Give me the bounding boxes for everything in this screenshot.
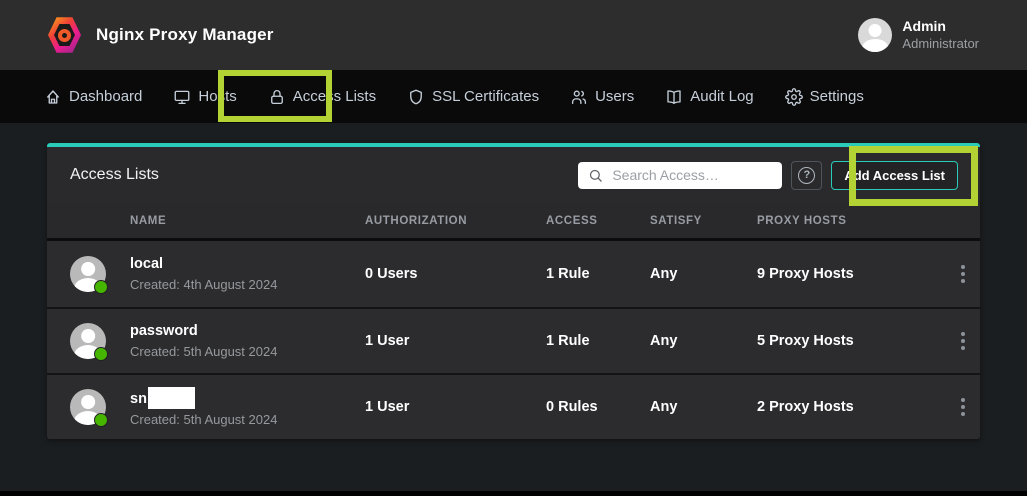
column-header-access: ACCESS (546, 215, 650, 227)
created-date: Created: 5th August 2024 (130, 412, 277, 427)
menu-cell (945, 326, 980, 356)
name-cell: sn Created: 5th August 2024 (47, 387, 365, 427)
created-date: Created: 5th August 2024 (130, 344, 277, 359)
table-header: NAME AUTHORIZATION ACCESS SATISFY PROXY … (47, 203, 980, 241)
name-cell: password Created: 5th August 2024 (47, 323, 365, 359)
nav-item-hosts[interactable]: Hosts (173, 88, 236, 106)
row-avatar (70, 389, 106, 425)
status-dot (94, 347, 108, 361)
npm-logo-icon (48, 17, 81, 54)
monitor-icon (173, 88, 191, 106)
column-header-satisfy: SATISFY (650, 215, 757, 227)
lock-icon (268, 88, 286, 106)
users-icon (570, 88, 588, 106)
satisfy-cell: Any (650, 399, 757, 415)
row-menu-button[interactable] (955, 392, 971, 422)
app-header: Nginx Proxy Manager Admin Administrator (0, 0, 1027, 70)
nav-item-label: Dashboard (69, 88, 142, 105)
panel-actions: ? Add Access List (578, 161, 958, 190)
panel-header: Access Lists ? Add Access List (47, 147, 980, 203)
status-dot (94, 413, 108, 427)
user-name: Admin (902, 18, 979, 36)
created-date: Created: 4th August 2024 (130, 277, 277, 292)
row-avatar (70, 256, 106, 292)
table-row[interactable]: password Created: 5th August 2024 1 User… (47, 307, 980, 373)
search-icon (588, 168, 603, 183)
satisfy-cell: Any (650, 266, 757, 282)
table-row[interactable]: sn Created: 5th August 2024 1 User 0 Rul… (47, 373, 980, 439)
main-nav: Dashboard Hosts Access Lists SSL Certifi… (0, 70, 1027, 123)
user-menu[interactable]: Admin Administrator (858, 18, 979, 52)
nav-item-access-lists[interactable]: Access Lists (268, 88, 376, 106)
panel-title: Access Lists (70, 166, 159, 184)
logo-ring (58, 29, 71, 42)
user-avatar (858, 18, 892, 52)
access-list-name: sn (130, 387, 277, 409)
access-list-name: password (130, 323, 277, 340)
nav-item-ssl-certificates[interactable]: SSL Certificates (407, 88, 539, 106)
search-input[interactable] (612, 167, 772, 183)
user-role: Administrator (902, 36, 979, 52)
authorization-cell: 1 User (365, 333, 546, 349)
nav-item-label: Access Lists (293, 88, 376, 105)
home-icon (44, 88, 62, 106)
authorization-cell: 1 User (365, 399, 546, 415)
access-list-name: local (130, 256, 277, 273)
access-cell: 1 Rule (546, 333, 650, 349)
nav-item-label: Settings (810, 88, 864, 105)
column-header-authorization: AUTHORIZATION (365, 215, 546, 227)
add-access-list-button[interactable]: Add Access List (831, 161, 958, 190)
question-mark-icon: ? (798, 167, 815, 184)
proxy-hosts-cell: 2 Proxy Hosts (757, 399, 945, 415)
name-wrap: local Created: 4th August 2024 (130, 256, 277, 291)
name-wrap: sn Created: 5th August 2024 (130, 387, 277, 427)
help-button[interactable]: ? (791, 161, 822, 190)
nav-item-label: Hosts (198, 88, 236, 105)
table-row[interactable]: local Created: 4th August 2024 0 Users 1… (47, 241, 980, 307)
menu-cell (945, 259, 980, 289)
nav-item-label: Audit Log (690, 88, 753, 105)
shield-icon (407, 88, 425, 106)
name-wrap: password Created: 5th August 2024 (130, 323, 277, 358)
nav-item-settings[interactable]: Settings (785, 88, 864, 106)
proxy-hosts-cell: 9 Proxy Hosts (757, 266, 945, 282)
access-cell: 0 Rules (546, 399, 650, 415)
nav-item-audit-log[interactable]: Audit Log (665, 88, 753, 106)
authorization-cell: 0 Users (365, 266, 546, 282)
user-text: Admin Administrator (902, 18, 979, 52)
name-cell: local Created: 4th August 2024 (47, 256, 365, 292)
bottom-strip (0, 491, 1027, 496)
book-icon (665, 88, 683, 106)
access-cell: 1 Rule (546, 266, 650, 282)
satisfy-cell: Any (650, 333, 757, 349)
brand: Nginx Proxy Manager (48, 17, 274, 54)
column-header-proxy-hosts: PROXY HOSTS (757, 215, 945, 227)
access-lists-panel: Access Lists ? Add Access List NAME AUTH… (47, 143, 980, 439)
row-menu-button[interactable] (955, 326, 971, 356)
nav-item-dashboard[interactable]: Dashboard (44, 88, 142, 106)
status-dot (94, 280, 108, 294)
nav-item-users[interactable]: Users (570, 88, 634, 106)
row-menu-button[interactable] (955, 259, 971, 289)
app-title: Nginx Proxy Manager (96, 25, 274, 45)
nav-item-label: Users (595, 88, 634, 105)
column-header-name: NAME (47, 215, 365, 227)
row-avatar (70, 323, 106, 359)
access-list-name-text: sn (130, 391, 147, 407)
nav-item-label: SSL Certificates (432, 88, 539, 105)
search-box (578, 162, 782, 189)
proxy-hosts-cell: 5 Proxy Hosts (757, 333, 945, 349)
gear-icon (785, 88, 803, 106)
menu-cell (945, 392, 980, 422)
redaction-box (148, 387, 195, 409)
